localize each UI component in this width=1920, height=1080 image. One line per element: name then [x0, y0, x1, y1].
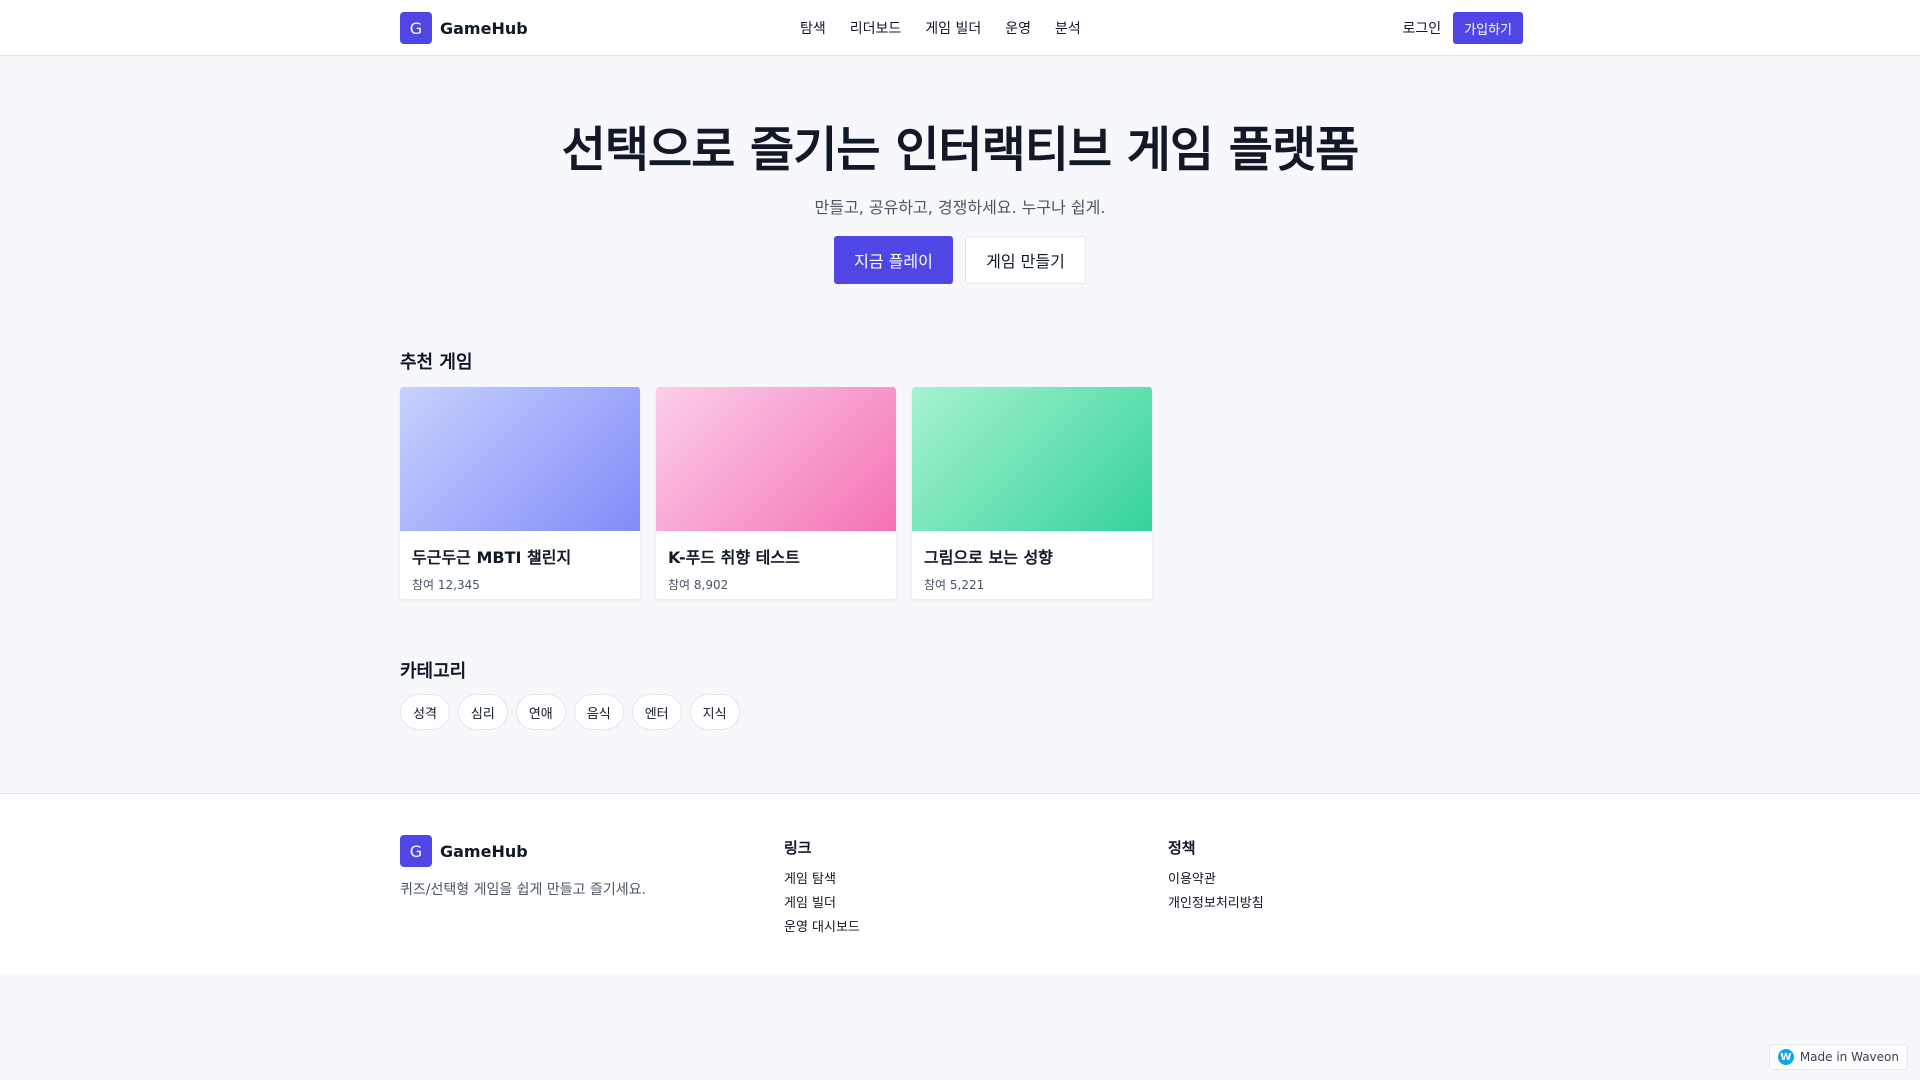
category-chip-knowledge[interactable]: 지식: [689, 694, 740, 730]
game-title: K-푸드 취향 테스트: [668, 548, 800, 567]
game-thumbnail: [656, 387, 896, 531]
game-title: 그림으로 보는 성향: [924, 548, 1053, 567]
game-participants: 참여 12,345: [412, 578, 480, 592]
made-in-waveon-badge[interactable]: W Made in Waveon: [1768, 1044, 1908, 1070]
hero-subtitle: 만들고, 공유하고, 경쟁하세요. 누구나 쉽게.: [814, 198, 1106, 217]
footer-link-terms[interactable]: 이용약관: [1168, 868, 1264, 892]
footer-description: 퀴즈/선택형 게임을 쉽게 만들고 즐기세요.: [400, 882, 646, 898]
game-title: 두근두근 MBTI 챌린지: [412, 548, 572, 567]
waveon-icon: W: [1777, 1049, 1794, 1065]
logo-text: GameHub: [440, 18, 528, 38]
nav-leaderboard[interactable]: 리더보드: [850, 18, 902, 38]
game-card[interactable]: 두근두근 MBTI 챌린지 참여 12,345: [400, 387, 640, 599]
game-participants: 참여 5,221: [924, 578, 985, 592]
game-card[interactable]: 그림으로 보는 성향 참여 5,221: [912, 387, 1152, 599]
featured-games: 두근두근 MBTI 챌린지 참여 12,345 K-푸드 취향 테스트 참여 8…: [400, 387, 1152, 599]
categories-title: 카테고리: [400, 661, 467, 682]
signup-button[interactable]: 가입하기: [1453, 12, 1523, 44]
hero-section: 선택으로 즐기는 인터랙티브 게임 플랫폼 만들고, 공유하고, 경쟁하세요. …: [0, 110, 1920, 284]
category-chip-food[interactable]: 음식: [573, 694, 624, 730]
nav-explore[interactable]: 탐색: [800, 18, 826, 38]
create-game-button[interactable]: 게임 만들기: [965, 236, 1086, 284]
logo-icon: G: [400, 835, 432, 867]
badge-label: Made in Waveon: [1799, 1050, 1899, 1064]
play-now-button[interactable]: 지금 플레이: [834, 236, 953, 284]
game-card[interactable]: K-푸드 취향 테스트 참여 8,902: [656, 387, 896, 599]
nav-operations[interactable]: 운영: [1005, 18, 1031, 38]
login-link[interactable]: 로그인: [1403, 18, 1442, 38]
logo-text: GameHub: [440, 841, 528, 861]
main-nav: 탐색 리더보드 게임 빌더 운영 분석: [800, 0, 1081, 56]
nav-analytics[interactable]: 분석: [1055, 18, 1081, 38]
category-chip-entertainment[interactable]: 엔터: [631, 694, 682, 730]
footer-link-builder[interactable]: 게임 빌더: [784, 892, 860, 916]
logo-icon: G: [400, 12, 432, 44]
category-chip-personality[interactable]: 성격: [400, 694, 450, 730]
footer-links-title: 링크: [784, 839, 812, 857]
game-participants: 참여 8,902: [668, 578, 729, 592]
footer-link-explore[interactable]: 게임 탐색: [784, 868, 860, 892]
featured-title: 추천 게임: [400, 352, 473, 373]
game-thumbnail: [912, 387, 1152, 531]
header-logo[interactable]: G GameHub: [400, 12, 528, 44]
footer-link-dashboard[interactable]: 운영 대시보드: [784, 916, 860, 940]
header-actions: 로그인 가입하기: [1403, 12, 1523, 44]
hero-actions: 지금 플레이 게임 만들기: [0, 236, 1920, 284]
footer-policies: 정책 이용약관 개인정보처리방침: [1168, 837, 1264, 916]
footer-policy-title: 정책: [1168, 839, 1196, 857]
hero-title: 선택으로 즐기는 인터랙티브 게임 플랫폼: [561, 122, 1360, 178]
footer-link-privacy[interactable]: 개인정보처리방침: [1168, 892, 1264, 916]
category-chip-romance[interactable]: 연애: [515, 694, 566, 730]
category-chips: 성격 심리 연애 음식 엔터 지식: [400, 694, 740, 730]
game-thumbnail: [400, 387, 640, 531]
nav-game-builder[interactable]: 게임 빌더: [925, 18, 981, 38]
site-header: G GameHub 탐색 리더보드 게임 빌더 운영 분석 로그인 가입하기: [0, 0, 1920, 56]
footer-logo[interactable]: G GameHub: [400, 835, 528, 867]
category-chip-psychology[interactable]: 심리: [457, 694, 508, 730]
site-footer: G GameHub 퀴즈/선택형 게임을 쉽게 만들고 즐기세요. 링크 게임 …: [0, 793, 1920, 974]
footer-links: 링크 게임 탐색 게임 빌더 운영 대시보드: [784, 837, 860, 940]
